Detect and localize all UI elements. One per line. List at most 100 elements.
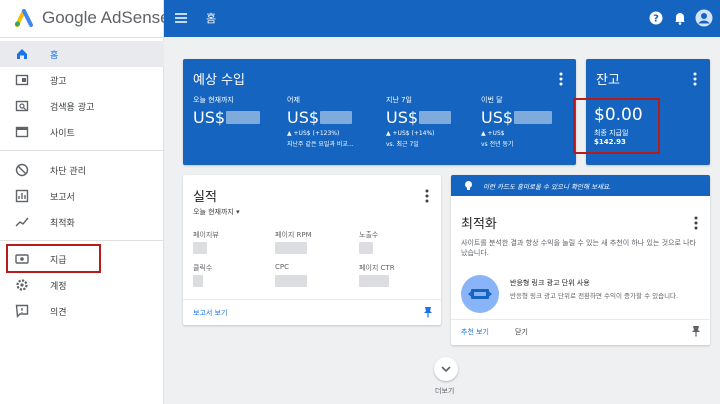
metric-label: 페이지뷰 <box>193 231 219 239</box>
sidebar-item-reports[interactable]: 보고서 <box>0 183 164 209</box>
home-icon <box>17 49 27 59</box>
earnings-delta: ▲ +US$ (+14%) <box>386 130 435 137</box>
sidebar-item-optimization[interactable]: 최적화 <box>0 209 164 235</box>
suggestion-banner: 이런 카드도 흥미로울 수 있으니 확인해 보세요. <box>451 175 710 196</box>
more-vert-icon[interactable] <box>559 72 563 86</box>
earnings-label: 이번 달 <box>481 96 503 104</box>
sidebar-item-label: 광고 <box>50 76 67 87</box>
earnings-value: US$ <box>287 108 382 127</box>
sidebar-item-label: 차단 관리 <box>50 166 86 177</box>
reports-icon <box>15 189 29 203</box>
lightbulb-icon <box>465 181 472 190</box>
sites-icon <box>15 126 29 138</box>
earnings-delta: ▲ +US$ <box>481 130 505 137</box>
sidebar-item-home[interactable]: 홈 <box>0 41 164 67</box>
last-payment-label: 최종 지급일 <box>594 129 629 137</box>
avatar[interactable] <box>695 9 713 27</box>
sidebar-item-label: 홈 <box>50 50 59 61</box>
adsense-logo[interactable]: Google AdSense <box>14 8 170 28</box>
earnings-compare: vs 전년 동기 <box>481 141 514 148</box>
notifications-icon[interactable] <box>672 10 688 26</box>
earnings-label: 지난 7일 <box>386 96 412 104</box>
optimization-description: 사이트를 분석한 결과 향상 수익을 늘릴 수 있는 새 추천이 하나 있는 것… <box>461 239 697 257</box>
more-vert-icon[interactable] <box>425 189 429 203</box>
earnings-this-month[interactable]: 이번 달 US$ ▲ +US$ vs 전년 동기 <box>481 95 576 149</box>
sidebar-item-label: 최적화 <box>50 218 75 229</box>
sidebar: Google AdSense 홈 광고 검색용 광고 사이트 차단 관리 보고서… <box>0 0 170 404</box>
search-ads-icon <box>15 100 29 112</box>
responsive-ad-icon <box>468 289 492 299</box>
optimization-card: 이런 카드도 흥미로울 수 있으니 확인해 보세요. 최적화 사이트를 분석한 … <box>451 175 710 345</box>
metric-label: 노출수 <box>359 231 379 239</box>
earnings-yesterday[interactable]: 어제 US$ ▲ +US$ (+123%) 지난주 같은 요일과 비교... <box>287 95 382 149</box>
divider <box>451 319 710 320</box>
highlight-box-payments <box>6 244 101 273</box>
svg-text:?: ? <box>653 14 659 25</box>
view-report-link[interactable]: 보고서 보기 <box>193 308 227 318</box>
sidebar-item-account[interactable]: 계정 <box>0 272 164 298</box>
divider <box>0 240 164 241</box>
gear-icon <box>16 279 28 291</box>
earnings-value: US$ <box>481 108 576 127</box>
balance-amount: $0.00 <box>594 105 643 125</box>
earnings-label: 오늘 현재까지 <box>193 96 234 104</box>
last-payment-amount: $142.93 <box>594 138 626 146</box>
earnings-value: US$ <box>386 108 481 127</box>
metric-label: 페이지 RPM <box>275 231 312 239</box>
divider <box>183 299 441 300</box>
show-more-button[interactable] <box>434 357 458 381</box>
divider <box>0 150 164 151</box>
earnings-value: US$ <box>193 108 288 127</box>
metric-label: 페이지 CTR <box>359 264 395 272</box>
responsive-ad-illustration <box>461 275 499 313</box>
pin-icon[interactable] <box>423 306 433 318</box>
more-vert-icon[interactable] <box>694 216 698 230</box>
help-icon[interactable]: ? <box>648 10 664 26</box>
earnings-compare: 지난주 같은 요일과 비교... <box>287 141 354 148</box>
sidebar-item-label: 의견 <box>50 307 67 318</box>
sidebar-item-sites[interactable]: 사이트 <box>0 119 164 145</box>
metric-value <box>193 242 207 254</box>
earnings-today[interactable]: 오늘 현재까지 US$ <box>193 95 288 130</box>
banner-text: 이런 카드도 흥미로울 수 있으니 확인해 보세요. <box>483 183 612 191</box>
card-title: 잔고 <box>596 73 620 88</box>
sidebar-item-search-ads[interactable]: 검색용 광고 <box>0 93 164 119</box>
earnings-label: 어제 <box>287 96 300 104</box>
estimated-earnings-card: 예상 수입 오늘 현재까지 US$ 어제 US$ ▲ +US$ (+123%) … <box>183 59 576 165</box>
sidebar-item-label: 계정 <box>50 281 67 292</box>
card-title: 최적화 <box>461 217 497 232</box>
chevron-down-icon <box>441 366 451 373</box>
menu-icon[interactable] <box>174 11 188 25</box>
metric-value <box>275 242 307 254</box>
sidebar-item-ads[interactable]: 광고 <box>0 67 164 93</box>
page-title: 홈 <box>206 12 217 25</box>
show-more-label: 더보기 <box>435 387 455 395</box>
metric-label: 클릭수 <box>193 264 213 272</box>
sidebar-item-blocking[interactable]: 차단 관리 <box>0 157 164 183</box>
recommendation-title: 반응형 링크 광고 단위 사용 <box>510 279 590 287</box>
sidebar-item-feedback[interactable]: 의견 <box>0 298 164 324</box>
metric-value <box>359 275 389 287</box>
sidebar-item-label: 사이트 <box>50 128 75 139</box>
metric-value <box>359 242 373 254</box>
pin-icon[interactable] <box>691 325 701 337</box>
recommendation-description: 반응형 링크 광고 단위로 전환하면 수익이 증가할 수 있습니다. <box>510 292 679 300</box>
metric-value <box>275 275 307 287</box>
dismiss-button[interactable]: 닫기 <box>515 327 528 337</box>
metric-label: CPC <box>275 263 289 271</box>
earnings-last-7-days[interactable]: 지난 7일 US$ ▲ +US$ (+14%) vs. 최근 7일 <box>386 95 481 149</box>
more-vert-icon[interactable] <box>693 72 697 86</box>
product-name: Google AdSense <box>42 8 170 27</box>
sidebar-item-label: 보고서 <box>50 192 75 203</box>
earnings-compare: vs. 최근 7일 <box>386 141 419 148</box>
earnings-delta: ▲ +US$ (+123%) <box>287 130 340 137</box>
chevron-down-icon: ▾ <box>236 208 240 216</box>
sidebar-item-label: 검색용 광고 <box>50 102 95 113</box>
date-range-dropdown[interactable]: 오늘 현재까지 ▾ <box>193 207 240 217</box>
view-recommendation-button[interactable]: 추천 보기 <box>461 327 489 337</box>
performance-card: 실적 오늘 현재까지 ▾ 페이지뷰 페이지 RPM 노출수 클릭수 CPC 페이… <box>183 175 441 325</box>
adsense-logo-icon <box>15 9 33 27</box>
divider <box>0 37 164 38</box>
block-icon <box>15 163 29 177</box>
ads-icon <box>15 74 29 86</box>
